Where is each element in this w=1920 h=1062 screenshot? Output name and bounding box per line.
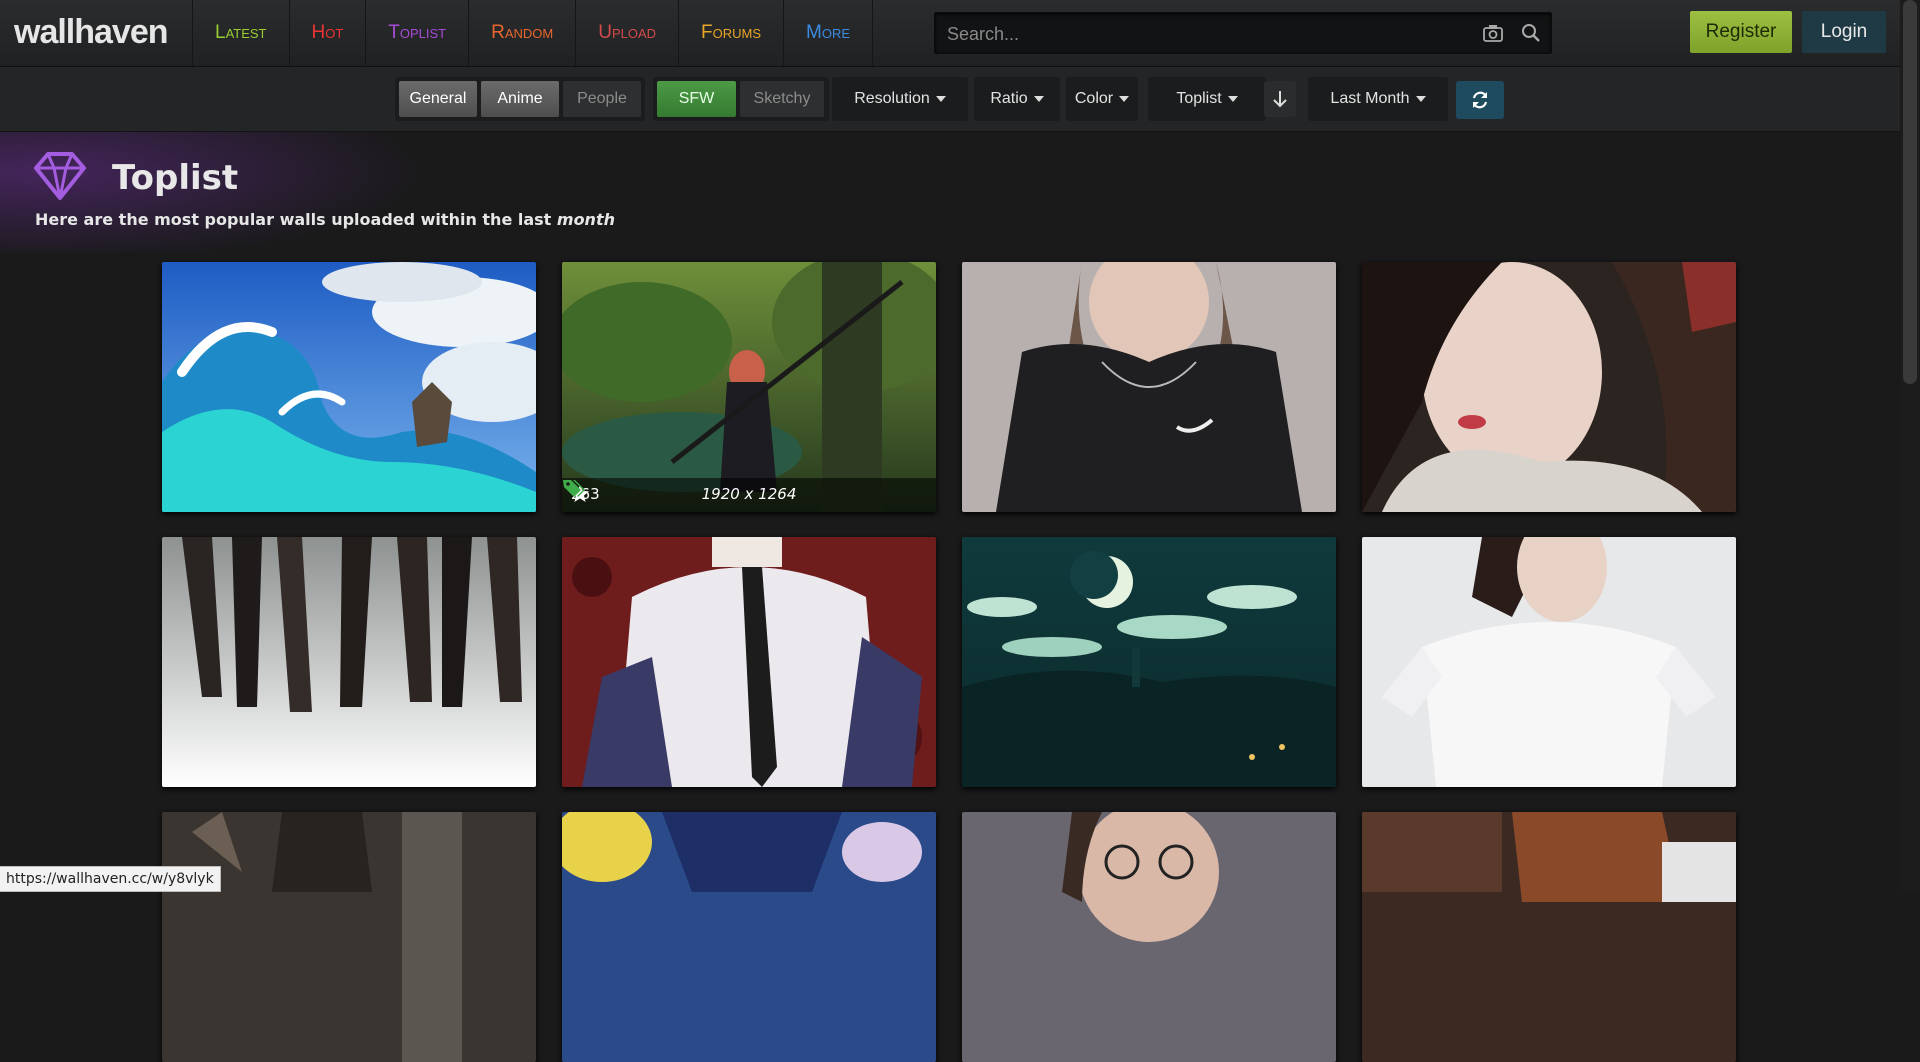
chevron-down-icon xyxy=(1033,95,1044,102)
chevron-down-icon xyxy=(1415,95,1426,102)
wallpaper-thumb-portrait[interactable] xyxy=(1362,262,1736,512)
wallpaper-thumb-row3-d[interactable] xyxy=(1362,812,1736,1062)
browser-status-url: https://wallhaven.cc/w/y8vlyk xyxy=(0,866,221,892)
wallpaper-thumb-legs[interactable] xyxy=(162,537,536,787)
resolution-dropdown[interactable]: Resolution xyxy=(832,77,968,121)
page-scrollbar[interactable] xyxy=(1900,0,1920,890)
chevron-down-icon xyxy=(1119,95,1130,102)
sort-dropdown[interactable]: Toplist xyxy=(1148,77,1266,121)
nav-forums[interactable]: Forums xyxy=(678,0,783,66)
nav-latest[interactable]: Latest xyxy=(192,0,289,66)
wallpaper-thumb-night-sky[interactable] xyxy=(962,537,1336,787)
black-shirt-image xyxy=(962,262,1336,512)
wave-image xyxy=(162,262,536,512)
range-label: Last Month xyxy=(1330,90,1410,107)
register-button[interactable]: Register xyxy=(1690,11,1792,53)
wallpaper-thumb-tie[interactable] xyxy=(562,537,936,787)
subtitle-emphasis: month xyxy=(556,210,615,229)
ratio-label: Ratio xyxy=(990,90,1028,107)
night-sky-image xyxy=(962,537,1336,787)
search-box xyxy=(934,12,1552,55)
color-label: Color xyxy=(1074,90,1114,107)
wallpaper-thumb-wave[interactable] xyxy=(162,262,536,512)
arrow-down-icon xyxy=(1273,91,1287,108)
wallpaper-thumb-white-shirt[interactable] xyxy=(1362,537,1736,787)
sort-order-button[interactable] xyxy=(1264,81,1296,117)
refresh-button[interactable] xyxy=(1456,81,1504,119)
portrait-image xyxy=(1362,262,1736,512)
row3-a-image xyxy=(162,812,536,1062)
page-title: Toplist xyxy=(112,158,239,198)
nav-toplist[interactable]: Toplist xyxy=(365,0,468,66)
wallpaper-thumb-row3-c[interactable] xyxy=(962,812,1336,1062)
thumb-info-bar: 263 1920 x 1264 xyxy=(562,478,936,512)
toplist-heading-area: Toplist Here are the most popular walls … xyxy=(0,132,1920,252)
camera-icon[interactable] xyxy=(1475,13,1511,53)
thumb-resolution: 1920 x 1264 xyxy=(701,485,797,503)
wallpaper-thumb-black-shirt[interactable] xyxy=(962,262,1336,512)
nav-more[interactable]: More xyxy=(783,0,874,66)
range-dropdown[interactable]: Last Month xyxy=(1308,77,1448,121)
nav-random[interactable]: Random xyxy=(468,0,575,66)
chevron-down-icon xyxy=(935,95,946,102)
search-icon[interactable] xyxy=(1513,13,1549,53)
row3-c-image xyxy=(962,812,1336,1062)
wallpaper-thumb-forest[interactable]: 263 1920 x 1264 xyxy=(562,262,936,512)
sort-label: Toplist xyxy=(1176,90,1222,107)
purity-sketchy-toggle[interactable]: Sketchy xyxy=(740,81,824,117)
row3-b-image xyxy=(562,812,936,1062)
purity-sfw-toggle[interactable]: SFW xyxy=(657,81,736,117)
ratio-dropdown[interactable]: Ratio xyxy=(974,77,1060,121)
refresh-icon xyxy=(1472,91,1488,109)
chevron-down-icon xyxy=(1227,95,1238,102)
category-anime-toggle[interactable]: Anime xyxy=(481,81,559,117)
login-button[interactable]: Login xyxy=(1802,11,1886,53)
wallpaper-thumb-row3-b[interactable] xyxy=(562,812,936,1062)
white-shirt-image xyxy=(1362,537,1736,787)
category-general-toggle[interactable]: General xyxy=(399,81,477,117)
nav-upload[interactable]: Upload xyxy=(575,0,678,66)
top-header: wallhaven Latest Hot Toplist Random Uplo… xyxy=(0,0,1920,67)
subtitle-text: Here are the most popular walls uploaded… xyxy=(35,210,557,229)
filter-bar: General Anime People SFW Sketchy Resolut… xyxy=(0,67,1920,132)
nav-hot[interactable]: Hot xyxy=(288,0,366,66)
page-subtitle: Here are the most popular walls uploaded… xyxy=(35,210,615,229)
wallpaper-thumb-row3-a[interactable] xyxy=(162,812,536,1062)
row3-d-image xyxy=(1362,812,1736,1062)
tags-icon[interactable] xyxy=(562,478,586,498)
category-people-toggle[interactable]: People xyxy=(563,81,641,117)
resolution-label: Resolution xyxy=(854,90,930,107)
site-logo[interactable]: wallhaven xyxy=(14,12,169,52)
color-dropdown[interactable]: Color xyxy=(1066,77,1138,121)
search-input[interactable] xyxy=(945,13,1469,55)
forest-image xyxy=(562,262,936,512)
tie-image xyxy=(562,537,936,787)
main-nav: Latest Hot Toplist Random Upload Forums … xyxy=(192,0,874,66)
gem-icon xyxy=(34,152,86,200)
legs-image xyxy=(162,537,536,787)
scrollbar-thumb[interactable] xyxy=(1903,0,1917,384)
